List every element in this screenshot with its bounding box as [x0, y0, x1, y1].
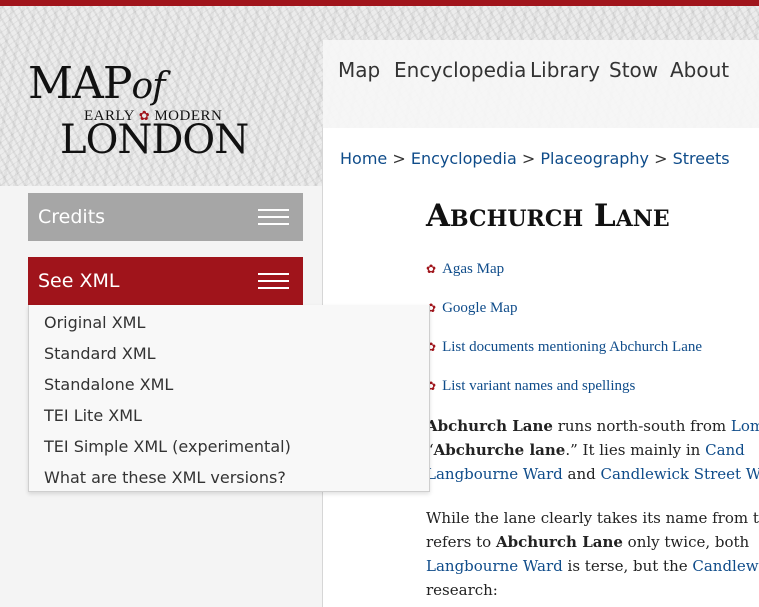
nav-map[interactable]: Map — [338, 58, 380, 82]
see-xml-button[interactable]: See XML — [28, 257, 303, 305]
nav-encyclopedia[interactable]: Encyclopedia — [394, 58, 526, 82]
body-text: .” It lies mainly in — [565, 441, 706, 459]
logo-of: of — [131, 66, 165, 107]
see-xml-label: See XML — [38, 270, 120, 292]
body-text: research: — [426, 581, 498, 599]
bold-text: Abchurche lane — [433, 441, 566, 459]
menu-item-tei-lite-xml[interactable]: TEI Lite XML — [44, 406, 142, 425]
menu-item-standalone-xml[interactable]: Standalone XML — [44, 375, 173, 394]
body-text: and — [562, 465, 601, 483]
site-logo[interactable]: MAPof EARLY ✿ MODERN LONDON — [28, 58, 249, 165]
inline-link[interactable]: Candlewick Street Wa — [601, 465, 759, 483]
logo-london: LONDON — [60, 117, 249, 163]
link-agas-map[interactable]: ✿ Agas Map — [426, 261, 504, 278]
inline-link[interactable]: Langbourne Ward — [426, 557, 563, 575]
breadcrumb: Home > Encyclopedia > Placeography > Str… — [340, 149, 730, 168]
credits-label: Credits — [38, 206, 106, 228]
page-title: Abchurch Lane — [426, 198, 670, 234]
menu-item-standard-xml[interactable]: Standard XML — [44, 344, 156, 363]
paragraph-2: While the lane clearly takes its name fr… — [426, 506, 759, 602]
inline-link[interactable]: Candlew — [692, 557, 758, 575]
breadcrumb-placeography[interactable]: Placeography — [540, 149, 649, 168]
link-list-documents[interactable]: ✿ List documents mentioning Abchurch Lane — [426, 339, 702, 356]
nav-library[interactable]: Library — [530, 58, 600, 82]
menu-icon — [258, 209, 289, 226]
body-text: While the lane clearly takes its name fr… — [426, 509, 759, 527]
bold-text: Abchurch Lane — [426, 417, 553, 435]
link-label: Google Map — [442, 300, 518, 316]
breadcrumb-separator: > — [521, 149, 536, 168]
menu-item-xml-versions-help[interactable]: What are these XML versions? — [44, 468, 286, 487]
breadcrumb-separator: > — [654, 149, 668, 168]
credits-button[interactable]: Credits — [28, 193, 303, 241]
body-text: refers to — [426, 533, 496, 551]
nav-stow[interactable]: Stow — [609, 58, 658, 82]
xml-dropdown-menu: Original XML Standard XML Standalone XML… — [28, 305, 430, 492]
breadcrumb-home[interactable]: Home — [340, 149, 387, 168]
link-label: List variant names and spellings — [442, 378, 636, 394]
inline-link[interactable]: Lom — [731, 417, 759, 435]
inline-link[interactable]: Langbourne Ward — [426, 465, 563, 483]
menu-item-tei-simple-xml[interactable]: TEI Simple XML (experimental) — [44, 437, 291, 456]
main-nav: Map Encyclopedia Library Stow About — [323, 40, 759, 128]
body-text: only twice, both — [622, 533, 750, 551]
body-text: is terse, but the — [562, 557, 693, 575]
menu-icon — [258, 273, 289, 290]
inline-link[interactable]: Cand — [705, 441, 745, 459]
nav-about[interactable]: About — [670, 58, 729, 82]
link-google-map[interactable]: ✿ Google Map — [426, 300, 517, 317]
link-label: List documents mentioning Abchurch Lane — [442, 339, 703, 355]
breadcrumb-streets[interactable]: Streets — [673, 149, 730, 168]
menu-item-original-xml[interactable]: Original XML — [44, 313, 145, 332]
body-text: runs north-south from — [552, 417, 731, 435]
logo-map: MAP — [28, 58, 132, 109]
flower-icon: ✿ — [426, 262, 437, 276]
link-label: Agas Map — [442, 261, 505, 277]
paragraph-1: Abchurch Lane runs north-south from Lom … — [426, 414, 759, 486]
breadcrumb-encyclopedia[interactable]: Encyclopedia — [411, 149, 517, 168]
bold-text: Abchurch Lane — [495, 533, 623, 551]
link-variant-names[interactable]: ✿ List variant names and spellings — [426, 378, 635, 395]
breadcrumb-separator: > — [392, 149, 406, 168]
